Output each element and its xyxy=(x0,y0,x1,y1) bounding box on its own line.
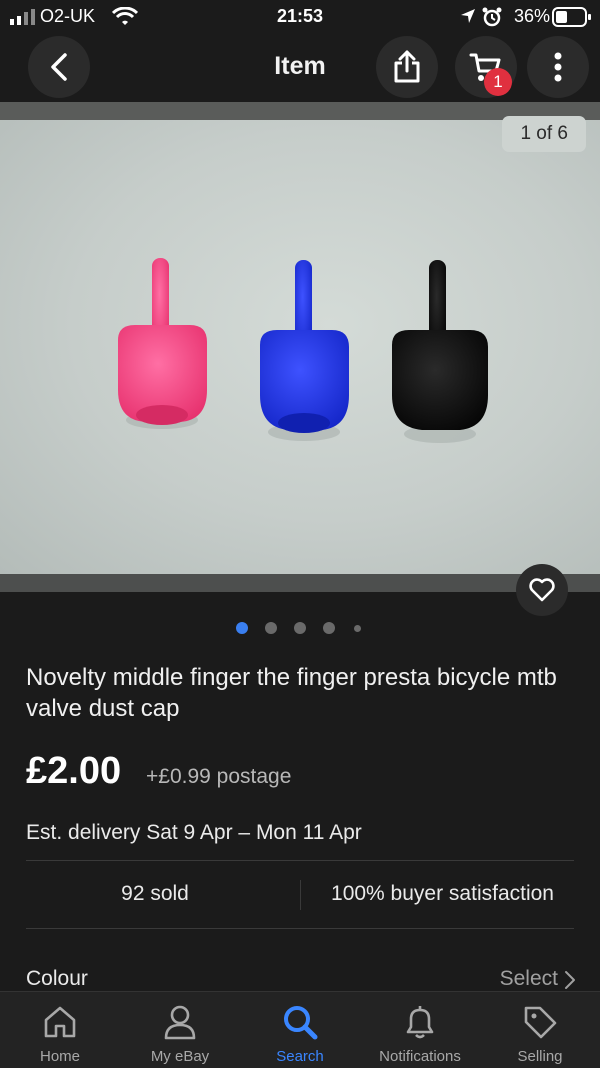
pagination-dot[interactable] xyxy=(294,622,306,634)
colour-select-button[interactable]: Select xyxy=(500,967,558,991)
location-icon xyxy=(461,9,475,23)
tab-notifications[interactable]: Notifications xyxy=(360,992,480,1068)
battery-icon xyxy=(552,7,591,27)
share-icon xyxy=(394,50,420,83)
alarm-icon xyxy=(482,7,502,27)
status-bar: O2-UK 21:53 36% xyxy=(0,0,600,34)
sold-count: 92 sold xyxy=(121,882,189,905)
share-button[interactable] xyxy=(376,36,438,98)
pagination-dot[interactable] xyxy=(323,622,335,634)
more-vertical-icon xyxy=(554,52,562,82)
tab-selling[interactable]: Selling xyxy=(480,992,600,1068)
battery-percent: 36% xyxy=(513,6,550,26)
person-icon xyxy=(164,1005,196,1040)
more-options-button[interactable] xyxy=(527,36,589,98)
product-photo[interactable] xyxy=(0,120,600,574)
bell-icon xyxy=(406,1006,434,1039)
watch-button[interactable] xyxy=(516,564,568,616)
chevron-right-icon[interactable] xyxy=(564,970,576,990)
estimated-delivery: Est. delivery Sat 9 Apr – Mon 11 Apr xyxy=(26,821,362,844)
bottom-tab-bar: Home My eBay Search Notifications Sellin… xyxy=(0,991,600,1068)
tab-home[interactable]: Home xyxy=(0,992,120,1068)
gallery-pagination xyxy=(0,622,600,634)
clock: 21:53 xyxy=(276,6,324,26)
colour-label: Colour xyxy=(26,967,88,990)
item-price: £2.00 xyxy=(26,750,122,792)
pagination-dot[interactable] xyxy=(265,622,277,634)
tab-label: My eBay xyxy=(150,1048,210,1065)
item-title: Novelty middle finger the finger presta … xyxy=(26,664,557,722)
pagination-dot[interactable] xyxy=(354,625,361,632)
heart-icon xyxy=(529,578,555,602)
tab-label: Search xyxy=(276,1048,324,1065)
top-navigation: Item 1 xyxy=(0,34,600,102)
image-gallery[interactable]: 1 of 6 xyxy=(0,102,600,592)
search-icon xyxy=(284,1006,318,1040)
tab-my-ebay[interactable]: My eBay xyxy=(120,992,240,1068)
tab-label: Home xyxy=(39,1048,80,1065)
tab-label: Selling xyxy=(517,1048,563,1065)
buyer-satisfaction: 100% buyer satisfaction xyxy=(331,882,554,905)
tab-label: Notifications xyxy=(379,1048,461,1065)
postage-cost: +£0.99 postage xyxy=(146,765,292,788)
pagination-dot-active[interactable] xyxy=(236,622,248,634)
tab-search[interactable]: Search xyxy=(240,992,360,1068)
divider xyxy=(26,928,574,929)
photo-bottom-edge xyxy=(0,574,600,592)
cart-count-badge: 1 xyxy=(484,68,512,96)
home-icon xyxy=(44,1006,76,1038)
product-image xyxy=(118,258,488,443)
tag-icon xyxy=(524,1006,557,1039)
image-counter: 1 of 6 xyxy=(502,116,586,152)
divider xyxy=(26,860,574,861)
